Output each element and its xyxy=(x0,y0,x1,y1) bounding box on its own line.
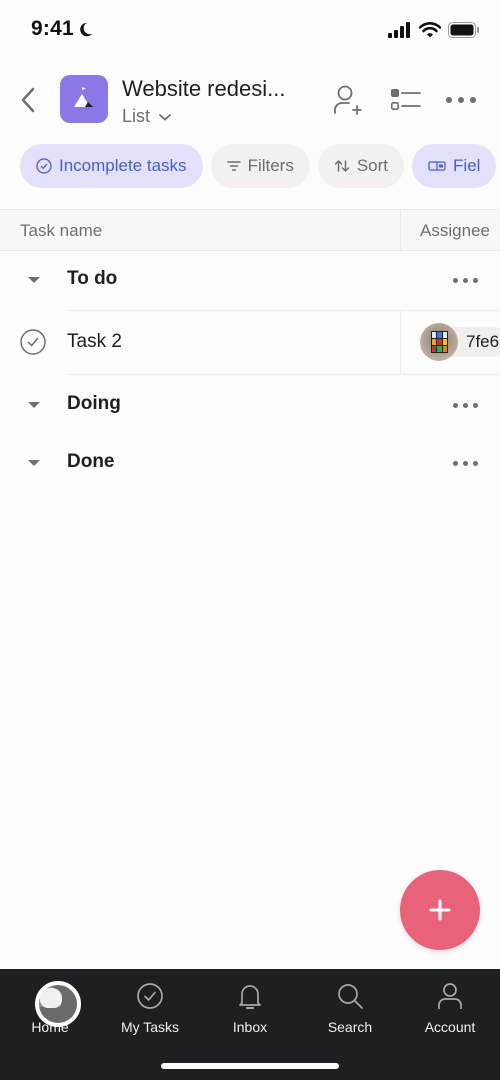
search-icon xyxy=(338,984,363,1009)
mountain-flag-icon xyxy=(74,87,93,107)
assignee-chip[interactable]: 7fe6 xyxy=(420,323,500,361)
chip-incomplete-tasks[interactable]: Incomplete tasks xyxy=(20,144,203,188)
filter-chips: Incomplete tasks Filters Sort Fiel xyxy=(20,144,497,188)
more-icon[interactable] xyxy=(453,278,478,283)
moon-icon xyxy=(80,22,93,37)
more-icon[interactable] xyxy=(453,403,478,408)
section-to-do[interactable]: To do xyxy=(0,251,500,309)
view-options-icon[interactable] xyxy=(390,86,422,114)
table-row[interactable]: Task 2 7fe6 xyxy=(0,310,500,375)
view-label: List xyxy=(122,106,151,126)
project-title: Website redesi... xyxy=(122,76,286,101)
chip-label: Filters xyxy=(247,156,294,175)
section-title: Done xyxy=(67,451,115,472)
nav-my-tasks[interactable]: My Tasks xyxy=(100,979,200,1035)
nav-label: Search xyxy=(327,1019,373,1035)
nav-account[interactable]: Account xyxy=(400,979,500,1035)
status-bar: 9:41 xyxy=(0,0,500,60)
chip-label: Incomplete tasks xyxy=(59,156,187,175)
touch-indicator xyxy=(35,981,81,1027)
project-header: Website redesi... List xyxy=(0,70,500,130)
check-circle-icon xyxy=(137,983,163,1009)
fields-icon xyxy=(428,161,446,171)
column-header-task-name[interactable]: Task name xyxy=(20,221,102,241)
row-divider xyxy=(67,374,500,375)
caret-down-icon[interactable] xyxy=(28,460,40,466)
table-header: Task name Assignee xyxy=(0,209,500,251)
section-title: Doing xyxy=(67,393,121,414)
nav-search[interactable]: Search xyxy=(300,979,400,1035)
chip-sort[interactable]: Sort xyxy=(317,144,405,188)
nav-label: Account xyxy=(424,1019,476,1035)
caret-down-icon[interactable] xyxy=(28,277,40,283)
chip-fields[interactable]: Fiel xyxy=(412,144,497,188)
chip-filters[interactable]: Filters xyxy=(210,144,310,188)
caret-down-icon[interactable] xyxy=(28,402,40,408)
column-divider xyxy=(400,210,401,251)
person-icon xyxy=(438,983,462,1009)
filter-icon xyxy=(226,161,241,171)
wifi-icon xyxy=(419,22,441,38)
chevron-down-icon xyxy=(159,113,171,121)
nav-inbox[interactable]: Inbox xyxy=(200,979,300,1035)
section-done[interactable]: Done xyxy=(0,434,500,492)
section-doing[interactable]: Doing xyxy=(0,376,500,434)
nav-label: My Tasks xyxy=(120,1019,180,1035)
sort-icon xyxy=(334,159,350,173)
more-icon[interactable] xyxy=(446,97,476,103)
more-icon[interactable] xyxy=(453,461,478,466)
battery-icon xyxy=(448,22,479,38)
chip-label: Sort xyxy=(356,156,389,175)
cellular-signal-icon xyxy=(388,22,410,38)
task-name[interactable]: Task 2 xyxy=(67,331,122,353)
assignee-name: 7fe6 xyxy=(452,327,500,357)
add-task-button[interactable] xyxy=(400,870,480,950)
nav-label: Inbox xyxy=(232,1019,268,1035)
chevron-left-icon[interactable] xyxy=(16,84,40,116)
row-divider xyxy=(67,310,500,311)
chip-label: Fiel xyxy=(453,156,481,175)
status-icons xyxy=(388,22,480,38)
check-circle-icon xyxy=(36,158,52,174)
status-time: 9:41 xyxy=(31,17,74,40)
check-circle-icon[interactable] xyxy=(20,329,46,355)
avatar xyxy=(420,323,458,361)
project-icon xyxy=(60,75,108,123)
cell-divider xyxy=(400,310,401,375)
section-title: To do xyxy=(67,268,118,289)
column-header-assignee[interactable]: Assignee xyxy=(420,221,490,241)
home-indicator[interactable] xyxy=(161,1063,339,1069)
view-switcher[interactable]: List xyxy=(122,106,172,127)
add-member-icon[interactable] xyxy=(332,84,364,116)
bell-icon xyxy=(239,985,261,1009)
plus-icon xyxy=(429,899,451,921)
